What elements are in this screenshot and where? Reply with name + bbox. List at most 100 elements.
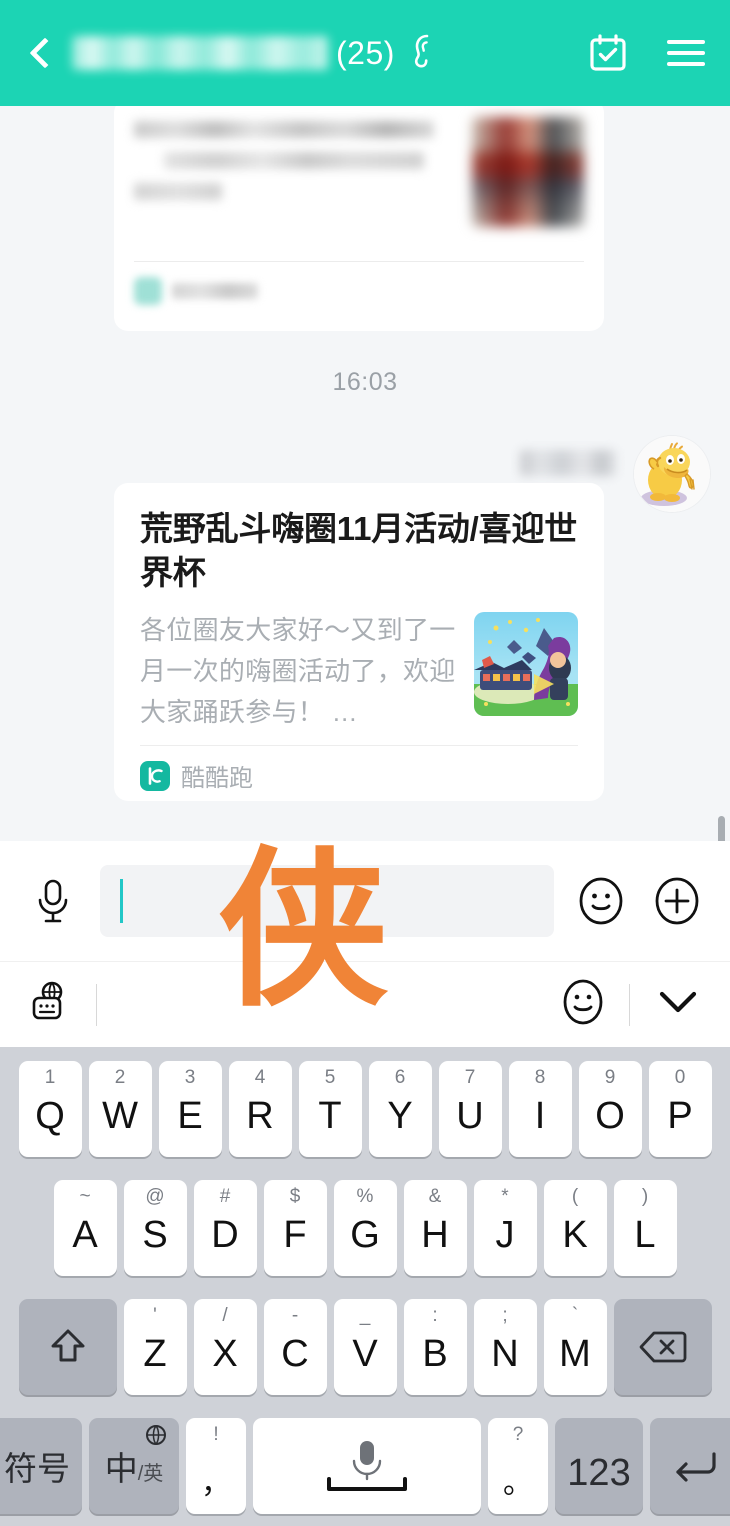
keyboard-toolbar-left xyxy=(26,978,97,1031)
hamburger-menu-button[interactable] xyxy=(664,31,708,75)
message-list[interactable]: 16:03 荒野乱斗嗨圈11月活动/喜迎世界杯 各位圈友大家好～又到了一月一次的… xyxy=(0,106,730,841)
key-label: B xyxy=(422,1332,448,1375)
psyduck-avatar xyxy=(634,436,710,512)
key-sup: 5 xyxy=(324,1067,336,1088)
key-k[interactable]: (K xyxy=(543,1180,607,1276)
key-sup: ` xyxy=(571,1305,579,1326)
chevron-down-icon xyxy=(659,991,697,1013)
avatar[interactable] xyxy=(634,436,710,512)
voice-record-button[interactable] xyxy=(24,872,82,930)
key-u[interactable]: 7U xyxy=(438,1061,502,1157)
message-text-field[interactable] xyxy=(100,865,554,937)
key-r[interactable]: 4R xyxy=(228,1061,292,1157)
chat-scrollbar[interactable] xyxy=(718,816,725,841)
key-l[interactable]: ) L xyxy=(613,1180,677,1276)
link-message-card[interactable]: 荒野乱斗嗨圈11月活动/喜迎世界杯 各位圈友大家好～又到了一月一次的嗨圈活动了，… xyxy=(114,483,604,801)
keyboard-row-3: ' Z / X -C _ V :B ; N ` M xyxy=(5,1299,725,1395)
link-card-source-name: 酷酷跑 xyxy=(181,765,253,793)
app-header: (25) xyxy=(0,0,730,106)
header-title-group[interactable]: (25) xyxy=(72,32,586,75)
redacted-source-name xyxy=(172,283,258,299)
keyboard-row-1: 1Q 2W 3E 4R 5T 6Y 7U 8I 9O 0P xyxy=(5,1061,725,1157)
emoji-button[interactable] xyxy=(572,872,630,930)
keyboard-emoji-button[interactable] xyxy=(559,976,607,1033)
key-e[interactable]: 3E xyxy=(158,1061,222,1157)
key-x[interactable]: / X xyxy=(193,1299,257,1395)
key-sup: 3 xyxy=(184,1067,196,1088)
key-sup: 2 xyxy=(114,1067,126,1088)
microphone-icon xyxy=(38,879,68,923)
brawl-stars-thumbnail xyxy=(474,612,578,717)
key-s[interactable]: @ S xyxy=(123,1180,187,1276)
key-label: I xyxy=(534,1094,546,1137)
key-label: N xyxy=(491,1332,519,1375)
space-key[interactable] xyxy=(253,1418,481,1514)
key-sup: 7 xyxy=(464,1067,476,1088)
key-h[interactable]: & H xyxy=(403,1180,467,1276)
key-g[interactable]: % G xyxy=(333,1180,397,1276)
key-p[interactable]: 0P xyxy=(648,1061,712,1157)
link-card-thumbnail[interactable] xyxy=(474,612,578,717)
key-w[interactable]: 2W xyxy=(88,1061,152,1157)
more-actions-button[interactable] xyxy=(648,872,706,930)
back-chevron-icon xyxy=(29,37,61,69)
key-o[interactable]: 9O xyxy=(578,1061,642,1157)
key-q[interactable]: 1Q xyxy=(18,1061,82,1157)
key-label: S xyxy=(142,1213,168,1256)
member-count: (25) xyxy=(336,34,395,71)
key-f[interactable]: $ F xyxy=(263,1180,327,1276)
key-label: 123 xyxy=(567,1451,631,1494)
smiley-face-icon xyxy=(579,877,623,925)
message-input-bar xyxy=(0,841,730,961)
symbols-key[interactable]: 符号 xyxy=(0,1418,82,1514)
calendar-check-button[interactable] xyxy=(586,31,630,75)
redacted-text-lines xyxy=(134,121,444,200)
key-m[interactable]: ` M xyxy=(543,1299,607,1395)
link-card-description: 各位圈友大家好～又到了一月一次的嗨圈活动了，欢迎大家踊跃参与！ … xyxy=(140,615,456,728)
link-card-footer[interactable]: 酷酷跑 xyxy=(114,746,604,793)
key-y[interactable]: 6Y xyxy=(368,1061,432,1157)
key-z[interactable]: ' Z xyxy=(123,1299,187,1395)
key-n[interactable]: ; N xyxy=(473,1299,537,1395)
virtual-keyboard: 1Q 2W 3E 4R 5T 6Y 7U 8I 9O 0P ~ A @ S # D $… xyxy=(0,1047,730,1526)
key-label: X xyxy=(212,1332,238,1375)
key-label: L xyxy=(634,1213,656,1256)
comma-key[interactable]: ! ， xyxy=(186,1418,246,1514)
numeric-key[interactable]: 123 xyxy=(555,1418,643,1514)
globe-keyboard-button[interactable] xyxy=(26,978,74,1031)
keyboard-toolbar xyxy=(0,961,730,1047)
enter-key[interactable] xyxy=(650,1418,730,1514)
key-v[interactable]: _ V xyxy=(333,1299,397,1395)
key-label: F xyxy=(283,1213,307,1256)
back-button[interactable] xyxy=(22,23,68,83)
key-d[interactable]: # D xyxy=(193,1180,257,1276)
language-toggle-key[interactable]: 中/英 xyxy=(89,1418,179,1514)
key-a[interactable]: ~ A xyxy=(53,1180,117,1276)
backspace-key[interactable] xyxy=(613,1299,712,1395)
period-key[interactable]: ? 。 xyxy=(488,1418,548,1514)
key-sup: 0 xyxy=(674,1067,686,1088)
redacted-line xyxy=(134,121,434,138)
key-j[interactable]: * J xyxy=(473,1180,537,1276)
keyboard-row-2: ~ A @ S # D $ F % G & H * J (K ) L xyxy=(5,1180,725,1276)
ear-icon[interactable] xyxy=(407,32,439,75)
shift-key[interactable] xyxy=(18,1299,117,1395)
enter-arrow-icon xyxy=(676,1452,716,1482)
key-b[interactable]: :B xyxy=(403,1299,467,1395)
key-label: O xyxy=(595,1094,625,1137)
collapse-keyboard-button[interactable] xyxy=(652,985,704,1024)
key-t[interactable]: 5T xyxy=(298,1061,362,1157)
message-card-redacted[interactable] xyxy=(114,106,604,331)
key-label: M xyxy=(559,1332,591,1375)
key-c[interactable]: -C xyxy=(263,1299,327,1395)
key-label: ， xyxy=(201,1467,231,1500)
lang-main: 中 xyxy=(104,1450,138,1487)
key-sup: / xyxy=(222,1305,228,1326)
key-sup: ! xyxy=(213,1424,219,1445)
key-i[interactable]: 8I xyxy=(508,1061,572,1157)
key-sup: : xyxy=(432,1305,438,1326)
key-sup: $ xyxy=(289,1186,301,1207)
chat-screen: (25) 16:03 荒野乱斗嗨圈11月活动/喜迎世界杯 各位圈友大家好～又到了… xyxy=(0,0,730,1526)
page-title-redacted xyxy=(72,36,328,70)
redacted-source-icon xyxy=(134,277,162,305)
